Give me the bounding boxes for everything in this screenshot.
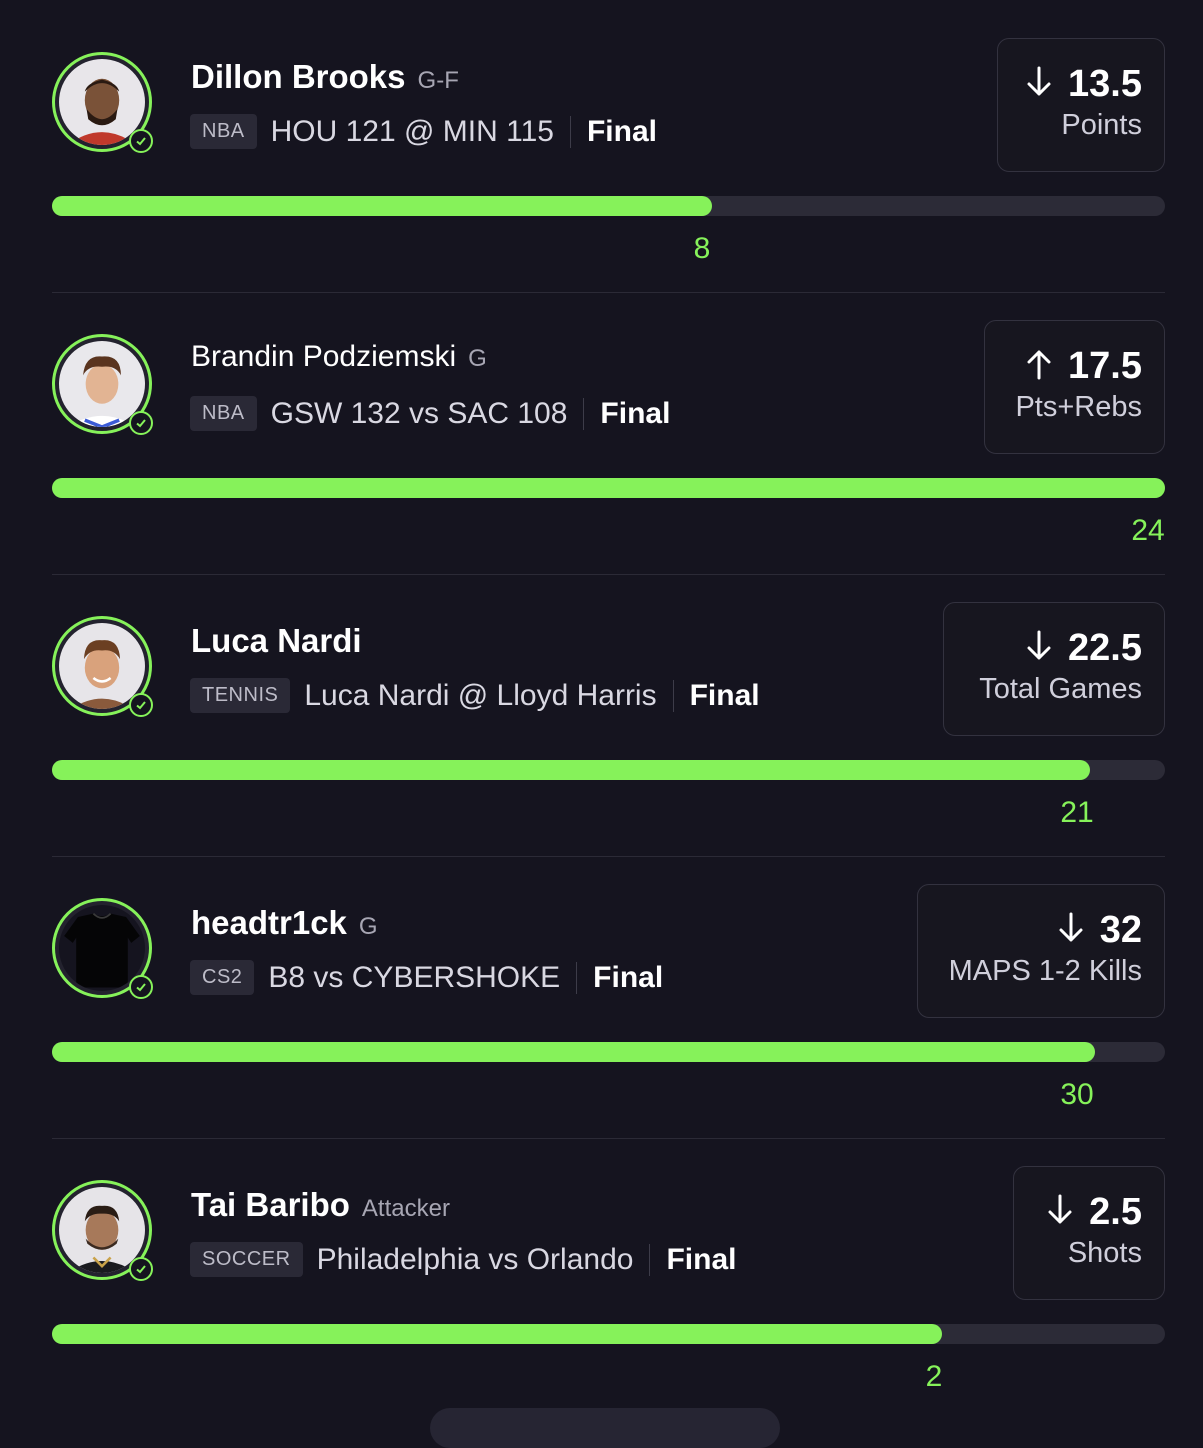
matchup: HOU 121 @ MIN 115 [270,114,554,148]
stat-label: Pts+Rebs [1015,391,1142,423]
progress-fill [52,196,712,216]
player-avatar [52,898,153,999]
divider [649,1243,651,1276]
player-position: G [468,345,487,372]
arrow-down-icon [1024,629,1054,668]
actual-value: 21 [1060,796,1094,829]
player-name: Tai Baribo [191,1186,350,1223]
pick-card[interactable]: headtr1ck G CS2 B8 vs CYBERSHOKE Final 3… [0,846,1203,1139]
league-badge: TENNIS [190,678,291,713]
line-box[interactable]: 32 MAPS 1-2 Kills [917,884,1165,1018]
player-name: Luca Nardi [191,622,362,659]
league-badge: NBA [190,396,257,431]
game-status: Final [593,960,664,994]
arrow-down-icon [1024,65,1054,104]
stat-label: Points [1061,109,1142,141]
progress-fill [52,760,1091,780]
player-position: Attacker [361,1195,450,1222]
actual-value: 24 [1131,514,1165,547]
stat-label: MAPS 1-2 Kills [948,955,1142,987]
player-name: Brandin Podziemski [191,340,457,373]
progress-fill [52,1324,943,1344]
arrow-down-icon [1056,911,1086,950]
pick-card[interactable]: Brandin Podziemski G NBA GSW 132 vs SAC … [0,282,1203,575]
actual-value: 2 [925,1360,943,1393]
bottom-sheet-handle[interactable] [430,1408,780,1448]
pick-card[interactable]: Tai Baribo Attacker SOCCER Philadelphia … [0,1128,1203,1410]
matchup: Luca Nardi @ Lloyd Harris [304,678,657,712]
player-name: Dillon Brooks [191,58,406,95]
player-position: G-F [417,67,459,94]
game-status: Final [586,114,657,148]
verified-check-icon [129,1257,153,1281]
player-name: headtr1ck [191,904,347,941]
progress-fill [52,1042,1095,1062]
line-value: 32 [1099,908,1142,951]
pick-card[interactable]: Luca Nardi TENNIS Luca Nardi @ Lloyd Har… [0,564,1203,857]
progress-track [52,478,1165,498]
matchup: GSW 132 vs SAC 108 [270,396,568,430]
stat-label: Shots [1067,1237,1142,1269]
verified-check-icon [129,975,153,999]
league-badge: NBA [190,114,257,149]
divider [583,397,585,430]
progress-track [52,196,1165,216]
verified-check-icon [129,693,153,717]
line-value: 22.5 [1068,626,1142,669]
player-avatar [52,334,153,435]
arrow-down-icon [1045,1193,1075,1232]
progress-track [52,1324,1165,1344]
line-box[interactable]: 2.5 Shots [1013,1166,1165,1300]
divider [569,115,571,148]
actual-value: 8 [693,232,711,265]
game-status: Final [689,678,760,712]
player-position: G [358,913,378,940]
matchup: Philadelphia vs Orlando [316,1242,634,1276]
player-avatar [52,616,153,717]
player-avatar [52,1180,153,1281]
line-box[interactable]: 17.5 Pts+Rebs [984,320,1165,454]
league-badge: SOCCER [190,1242,303,1277]
divider [672,679,674,712]
arrow-up-icon [1024,347,1054,386]
verified-check-icon [129,129,153,153]
divider [576,961,578,994]
progress-track [52,1042,1165,1062]
stat-label: Total Games [979,673,1142,705]
league-badge: CS2 [190,960,255,995]
line-value: 2.5 [1089,1190,1142,1233]
player-avatar [52,52,153,153]
pick-card[interactable]: Dillon Brooks G-F NBA HOU 121 @ MIN 115 … [0,0,1203,293]
line-box[interactable]: 13.5 Points [997,38,1165,172]
game-status: Final [666,1242,737,1276]
line-value: 17.5 [1068,344,1142,387]
verified-check-icon [129,411,153,435]
progress-fill [52,478,1165,498]
actual-value: 30 [1060,1078,1094,1111]
game-status: Final [600,396,671,430]
line-box[interactable]: 22.5 Total Games [943,602,1165,736]
matchup: B8 vs CYBERSHOKE [268,960,561,994]
line-value: 13.5 [1068,62,1142,105]
progress-track [52,760,1165,780]
